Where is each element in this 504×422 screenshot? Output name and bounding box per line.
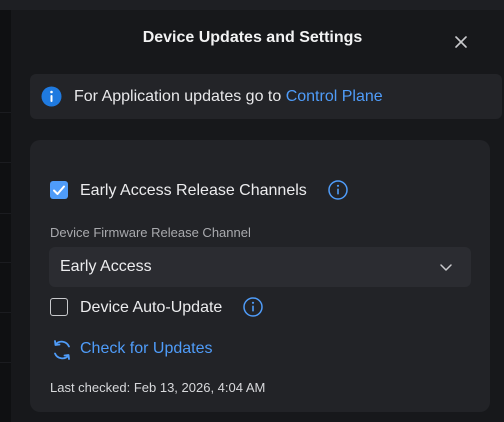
firmware-channel-value: Early Access xyxy=(60,258,152,275)
info-circle-icon xyxy=(41,86,62,107)
backdrop-divider xyxy=(0,262,11,263)
device-updates-dialog: Device Updates and Settings For Applicat… xyxy=(11,10,504,422)
backdrop-divider xyxy=(0,312,11,313)
auto-update-label: Device Auto-Update xyxy=(80,299,223,316)
dialog-title: Device Updates and Settings xyxy=(142,29,363,46)
check-for-updates-label: Check for Updates xyxy=(80,340,213,357)
backdrop-divider xyxy=(0,112,11,113)
info-icon[interactable] xyxy=(243,297,263,317)
backdrop-divider xyxy=(0,162,11,163)
firmware-channel-label: Device Firmware Release Channel xyxy=(50,225,251,240)
last-checked-text: Last checked: Feb 13, 2026, 4:04 AM xyxy=(50,380,266,395)
chevron-down-icon xyxy=(440,264,452,271)
early-access-checkbox[interactable] xyxy=(50,181,68,199)
early-access-label: Early Access Release Channels xyxy=(80,182,307,199)
backdrop-divider xyxy=(0,213,11,214)
auto-update-checkbox[interactable] xyxy=(50,298,68,316)
close-button[interactable] xyxy=(451,32,471,52)
close-icon xyxy=(455,36,467,48)
refresh-icon xyxy=(54,340,70,360)
info-banner: For Application updates go to Control Pl… xyxy=(30,74,502,119)
settings-card: Early Access Release Channels Device Fir… xyxy=(30,140,490,412)
backdrop-top xyxy=(0,0,504,10)
banner-text: For Application updates go to Control Pl… xyxy=(74,88,383,106)
banner-message: For Application updates go to xyxy=(74,88,286,105)
firmware-channel-select[interactable]: Early Access xyxy=(49,247,471,287)
control-plane-link[interactable]: Control Plane xyxy=(286,88,383,105)
info-icon[interactable] xyxy=(328,180,348,200)
backdrop-left xyxy=(0,10,11,422)
backdrop-divider xyxy=(0,362,11,363)
checkmark-icon xyxy=(53,185,65,195)
